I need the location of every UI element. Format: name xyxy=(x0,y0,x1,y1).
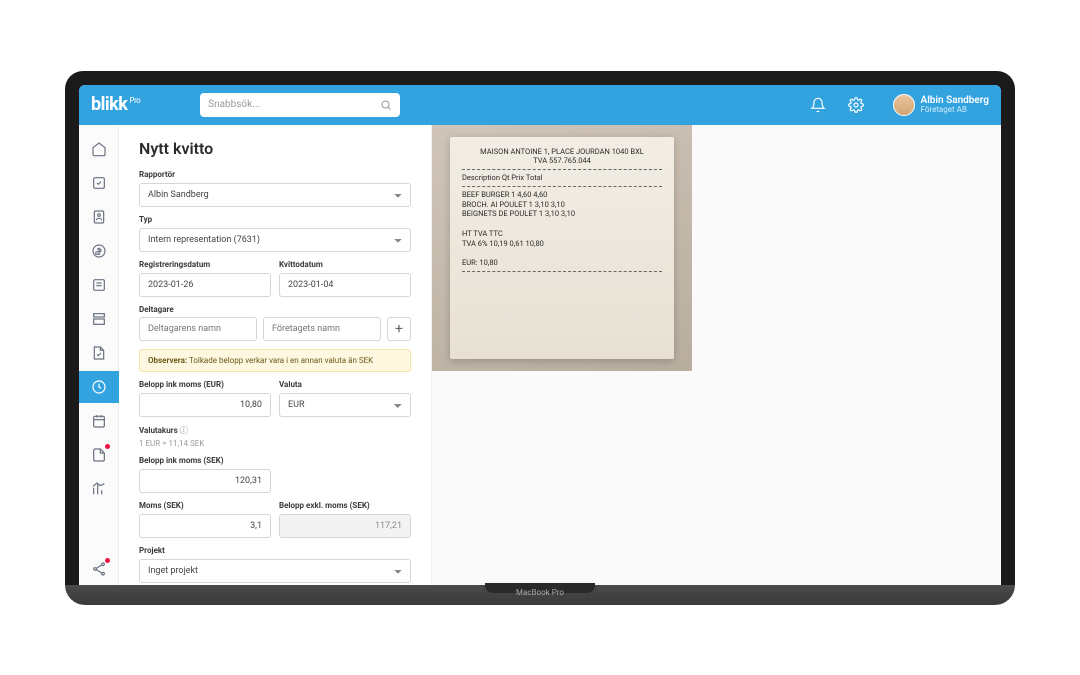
receipt-image[interactable]: MAISON ANTOINE 1, PLACE JOURDAN 1040 BXL… xyxy=(432,125,692,371)
nav-users[interactable] xyxy=(79,201,119,233)
amount-eur-input[interactable] xyxy=(139,393,271,417)
amount-sek-input[interactable] xyxy=(139,469,271,493)
topbar: blikkPro Albin Sandberg Föret xyxy=(79,85,1001,125)
nav-list[interactable] xyxy=(79,269,119,301)
nav-edit[interactable] xyxy=(79,337,119,369)
receiptdate-input[interactable] xyxy=(279,273,411,297)
type-label: Typ xyxy=(139,215,411,224)
laptop-mockup: blikkPro Albin Sandberg Föret xyxy=(65,71,1015,605)
nav-home[interactable] xyxy=(79,133,119,165)
avatar xyxy=(893,94,915,116)
amount-sek-label: Belopp ink moms (SEK) xyxy=(139,456,271,465)
nav-stats[interactable] xyxy=(79,473,119,505)
nav-doc[interactable] xyxy=(79,439,119,471)
reporter-label: Rapportör xyxy=(139,170,411,179)
amount-excl-input xyxy=(279,514,411,538)
add-participant-button[interactable]: + xyxy=(387,317,411,341)
reporter-select[interactable]: Albin Sandberg xyxy=(139,183,411,207)
vat-label: Moms (SEK) xyxy=(139,501,271,510)
user-company: Företaget AB xyxy=(921,106,989,115)
currency-select[interactable]: EUR xyxy=(279,393,411,417)
participant-company-input[interactable] xyxy=(263,317,381,341)
regdate-label: Registreringsdatum xyxy=(139,260,271,269)
notifications-icon[interactable] xyxy=(809,96,827,114)
nav-time[interactable] xyxy=(79,371,119,403)
search-icon xyxy=(380,99,392,111)
vat-input[interactable] xyxy=(139,514,271,538)
currency-alert: Observera: Tolkade belopp verkar vara i … xyxy=(139,349,411,372)
amount-excl-label: Belopp exkl. moms (SEK) xyxy=(279,501,411,510)
project-label: Projekt xyxy=(139,546,411,555)
fxrate-label: Valutakurs ⓘ xyxy=(139,425,411,436)
currency-label: Valuta xyxy=(279,380,411,389)
sidebar xyxy=(79,125,119,585)
user-menu[interactable]: Albin Sandberg Företaget AB xyxy=(893,94,989,116)
regdate-input[interactable] xyxy=(139,273,271,297)
nav-share[interactable] xyxy=(79,553,119,585)
global-search[interactable] xyxy=(200,93,400,117)
search-input[interactable] xyxy=(208,99,380,110)
nav-tasks[interactable] xyxy=(79,167,119,199)
receiptdate-label: Kvittodatum xyxy=(279,260,411,269)
participants-label: Deltagare xyxy=(139,305,411,314)
brand-logo: blikkPro xyxy=(91,94,140,115)
page-title: Nytt kvitto xyxy=(139,139,411,158)
receipt-preview: MAISON ANTOINE 1, PLACE JOURDAN 1040 BXL… xyxy=(431,125,1001,585)
amount-eur-label: Belopp ink moms (EUR) xyxy=(139,380,271,389)
nav-calendar[interactable] xyxy=(79,405,119,437)
laptop-label: MacBook Pro xyxy=(516,588,564,597)
fxrate-hint: 1 EUR = 11,14 SEK xyxy=(139,439,411,448)
project-select[interactable]: Inget projekt xyxy=(139,559,411,583)
nav-money[interactable] xyxy=(79,235,119,267)
type-select[interactable]: Intern representation (7631) xyxy=(139,228,411,252)
participant-name-input[interactable] xyxy=(139,317,257,341)
nav-archive[interactable] xyxy=(79,303,119,335)
receipt-form: Nytt kvitto Rapportör Albin Sandberg Typ… xyxy=(119,125,431,585)
settings-icon[interactable] xyxy=(847,96,865,114)
user-name: Albin Sandberg xyxy=(921,95,989,106)
